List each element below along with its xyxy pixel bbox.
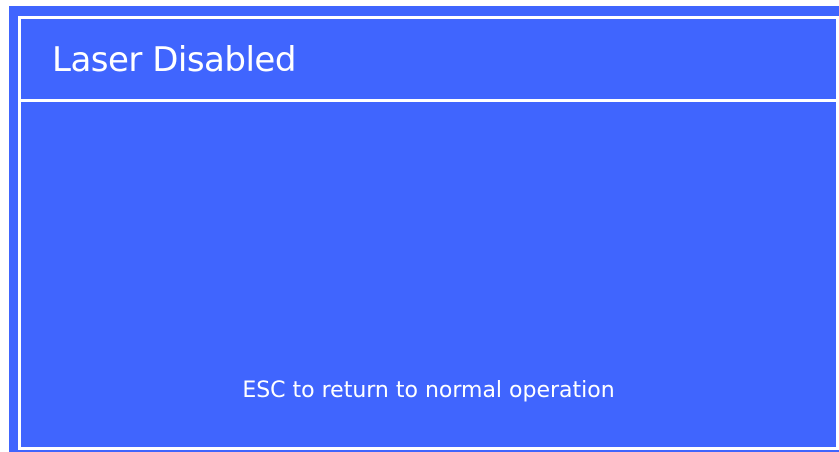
dialog-frame: Laser Disabled ESC to return to normal o… <box>18 16 839 450</box>
laser-status-screen: Laser Disabled ESC to return to normal o… <box>9 6 839 452</box>
title-bar: Laser Disabled <box>21 19 836 102</box>
escape-instruction: ESC to return to normal operation <box>242 378 615 403</box>
dialog-title: Laser Disabled <box>52 40 296 80</box>
